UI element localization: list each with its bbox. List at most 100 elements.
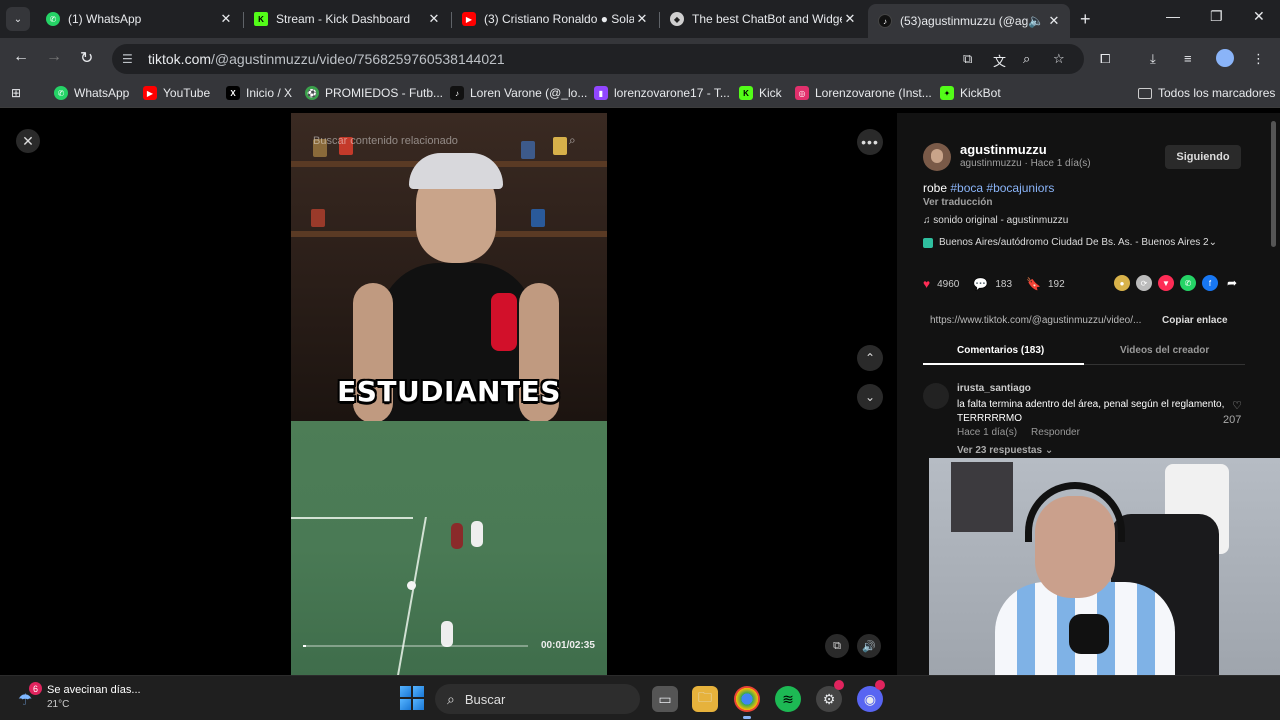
creator-username[interactable]: agustinmuzzu (960, 142, 1047, 157)
volume-icon[interactable]: 🔊 (857, 634, 881, 658)
comment-button[interactable]: 💬 183 (973, 277, 1012, 291)
video-caption: ESTUDIANTES (337, 375, 561, 408)
translate-link[interactable]: Ver traducción (923, 197, 992, 208)
microphone (491, 293, 517, 351)
chrome-icon[interactable] (734, 686, 760, 712)
tab-youtube[interactable]: ▶ (3) Cristiano Ronaldo ● Sola ✕ (452, 4, 658, 34)
close-video-button[interactable]: ✕ (16, 129, 40, 153)
install-app-icon[interactable]: ⧉ (963, 51, 972, 67)
more-options-button[interactable]: ••• (857, 129, 883, 155)
copy-link-box: https://www.tiktok.com/@agustinmuzzu/vid… (923, 309, 1245, 331)
whatsapp-share-icon[interactable]: ✆ (1180, 275, 1196, 291)
kickbot-icon: ✦ (940, 86, 954, 100)
url-text: tiktok.com/@agustinmuzzu/video/756825976… (148, 51, 505, 67)
minimize-button[interactable]: — (1166, 8, 1180, 24)
zoom-icon[interactable]: ⌕ (1023, 51, 1030, 67)
pip-icon[interactable]: ⧉ (825, 634, 849, 658)
menu-icon[interactable]: ⋮ (1252, 51, 1265, 67)
commenter-avatar[interactable] (923, 383, 949, 409)
new-tab-button[interactable]: + (1080, 9, 1091, 30)
comment-heart-icon[interactable]: ♡ (1225, 399, 1249, 412)
sound-link[interactable]: ♫ sonido original - agustinmuzzu (923, 215, 1068, 226)
video-progress-bar[interactable] (303, 645, 528, 647)
twitch-icon: ▮ (594, 86, 608, 100)
search-icon[interactable]: ⌕ (569, 133, 576, 148)
forward-button[interactable]: → (46, 48, 62, 66)
address-bar[interactable]: ☰ tiktok.com/@agustinmuzzu/video/7568259… (112, 44, 1084, 74)
taskbar-search[interactable]: ⌕ Buscar (435, 684, 640, 714)
location-icon (923, 237, 933, 248)
site-settings-icon[interactable]: ☰ (122, 52, 138, 66)
restore-button[interactable]: ❐ (1210, 8, 1223, 25)
weather-badge: 6 (29, 682, 42, 695)
file-explorer-icon[interactable]: 🗀 (692, 686, 718, 712)
video-link: https://www.tiktok.com/@agustinmuzzu/vid… (930, 314, 1142, 326)
translate-icon[interactable]: 文 (993, 51, 1006, 70)
media-control-icon[interactable]: ≡ (1184, 51, 1192, 66)
reply-button[interactable]: Responder (1031, 427, 1080, 438)
bookmark-tiktok[interactable]: ♪ Loren Varone (@_lo... (450, 86, 587, 100)
tab-comments[interactable]: Comentarios (183) (957, 345, 1044, 356)
close-icon[interactable]: ✕ (842, 11, 858, 27)
previous-video-button[interactable]: ⌃ (857, 345, 883, 371)
all-bookmarks[interactable]: Todos los marcadores (1138, 86, 1275, 100)
share-arrow-icon[interactable]: ➦ (1224, 275, 1240, 291)
youtube-icon: ▶ (143, 86, 157, 100)
close-icon[interactable]: ✕ (426, 11, 442, 27)
creator-avatar[interactable] (923, 143, 951, 171)
save-button[interactable]: 🔖 192 (1026, 277, 1065, 291)
video-player[interactable]: Buscar contenido relacionado ⌕ ESTUDIANT… (291, 113, 607, 675)
comment-meta: Hace 1 día(s) Responder (957, 427, 1080, 438)
like-button[interactable]: ♥ 4960 (923, 277, 959, 291)
spotify-icon[interactable]: ≋ (775, 686, 801, 712)
copy-link-button[interactable]: Copiar enlace (1162, 315, 1228, 326)
bookmark-kick[interactable]: K Kick (739, 86, 782, 100)
video-timecode: 00:01/02:35 (541, 640, 595, 651)
video-description: robe #boca #bocajuniors (923, 181, 1055, 195)
bookmark-x[interactable]: X Inicio / X (226, 86, 292, 100)
speaker-icon[interactable]: 🔈 (1028, 13, 1044, 29)
whatsapp-icon: ✆ (46, 12, 60, 26)
task-view-icon[interactable]: ▭ (652, 686, 678, 712)
window-close-button[interactable]: ✕ (1253, 8, 1265, 25)
hashtag-links[interactable]: #boca #bocajuniors (950, 181, 1054, 195)
facebook-share-icon[interactable]: f (1202, 275, 1218, 291)
commenter-username[interactable]: irusta_santiago (957, 383, 1031, 394)
download-icon[interactable]: ⤓ (1150, 51, 1156, 67)
profile-avatar[interactable] (1216, 49, 1234, 67)
back-button[interactable]: ← (13, 48, 29, 66)
bookmark-promiedos[interactable]: ⚽ PROMIEDOS - Futb... (305, 86, 443, 100)
following-button[interactable]: Siguiendo (1165, 145, 1241, 169)
bookmark-star-icon[interactable]: ☆ (1053, 51, 1065, 67)
video-frame-football (291, 421, 607, 675)
video-search-placeholder[interactable]: Buscar contenido relacionado (313, 135, 458, 147)
bookmark-kickbot[interactable]: ✦ KickBot (940, 86, 1001, 100)
bookmark-twitch[interactable]: ▮ lorenzovarone17 - T... (594, 86, 730, 100)
sidebar-scrollbar[interactable] (1271, 121, 1276, 247)
weather-widget[interactable]: Se avecinan días... (47, 684, 141, 696)
reload-button[interactable]: ↻ (80, 48, 93, 68)
bookmark-whatsapp[interactable]: ✆ WhatsApp (54, 86, 129, 100)
apps-icon[interactable]: ⊞ (11, 86, 21, 100)
tab-kick-dashboard[interactable]: K Stream - Kick Dashboard ✕ (244, 4, 450, 34)
tab-tiktok[interactable]: ♪ (53)agustinmuzzu (@ag 🔈 ✕ (868, 4, 1070, 38)
close-icon[interactable]: ✕ (1046, 13, 1062, 29)
view-replies-link[interactable]: Ver 23 respuestas ⌄ (957, 445, 1053, 456)
bookmark-instagram[interactable]: ◎ Lorenzovarone (Inst... (795, 86, 932, 100)
close-icon[interactable]: ✕ (634, 11, 650, 27)
tab-creator-videos[interactable]: Videos del creador (1120, 345, 1209, 356)
send-icon[interactable]: ▼ (1158, 275, 1174, 291)
tab-chatbot[interactable]: ◆ The best ChatBot and Widge ✕ (660, 4, 866, 34)
tab-strip: ⌄ ✆ (1) WhatsApp ✕ K Stream - Kick Dashb… (0, 0, 1280, 38)
next-video-button[interactable]: ⌄ (857, 384, 883, 410)
whatsapp-icon: ✆ (54, 86, 68, 100)
coin-icon[interactable]: ● (1114, 275, 1130, 291)
tab-whatsapp[interactable]: ✆ (1) WhatsApp ✕ (36, 4, 242, 34)
extensions-icon[interactable]: ⧠ (1100, 51, 1110, 67)
tab-search-button[interactable]: ⌄ (6, 7, 30, 31)
windows-start-icon[interactable] (400, 686, 424, 710)
close-icon[interactable]: ✕ (218, 11, 234, 27)
location-link[interactable]: Buenos Aires/autódromo Ciudad De Bs. As.… (923, 237, 1217, 248)
repost-icon[interactable]: ⟳ (1136, 275, 1152, 291)
bookmark-youtube[interactable]: ▶ YouTube (143, 86, 210, 100)
